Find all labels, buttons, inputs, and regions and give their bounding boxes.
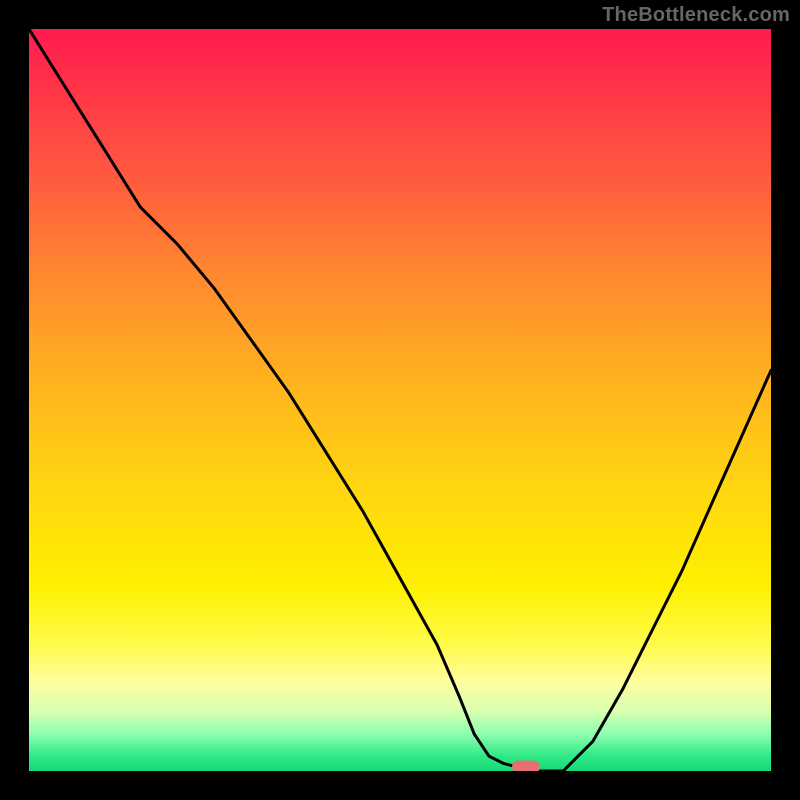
plot-area (29, 29, 771, 771)
curve-path (29, 29, 771, 771)
chart-frame: TheBottleneck.com (0, 0, 800, 800)
bottleneck-curve (29, 29, 771, 771)
optimum-marker (512, 761, 540, 771)
watermark-text: TheBottleneck.com (602, 4, 790, 27)
